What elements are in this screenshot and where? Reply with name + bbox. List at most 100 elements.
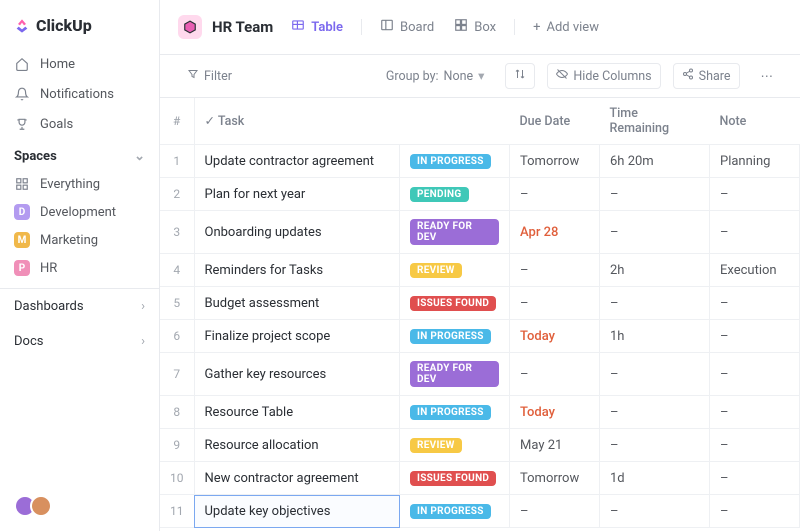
- status-pill[interactable]: IN PROGRESS: [410, 329, 491, 344]
- add-view[interactable]: + Add view: [531, 16, 601, 39]
- groupby-button[interactable]: Group by: None ▾: [377, 63, 494, 89]
- due-cell[interactable]: –: [510, 495, 600, 528]
- view-board[interactable]: Board: [378, 14, 436, 40]
- hide-columns-button[interactable]: Hide Columns: [547, 63, 660, 89]
- view-box[interactable]: Box: [452, 14, 498, 40]
- table-row[interactable]: 1Update contractor agreementIN PROGRESST…: [160, 145, 800, 178]
- note-cell[interactable]: –: [710, 495, 800, 528]
- table-row[interactable]: 11Update key objectivesIN PROGRESS–––: [160, 495, 800, 528]
- time-cell[interactable]: 2h: [600, 254, 710, 287]
- filter-button[interactable]: Filter: [178, 63, 241, 89]
- col-status[interactable]: [400, 98, 510, 145]
- brand-logo[interactable]: ClickUp: [0, 10, 159, 41]
- time-cell[interactable]: 1d: [600, 462, 710, 495]
- due-cell[interactable]: –: [510, 353, 600, 396]
- spaces-header[interactable]: Spaces ⌄: [0, 139, 159, 170]
- status-cell[interactable]: REVIEW: [400, 429, 510, 462]
- due-cell[interactable]: May 21: [510, 429, 600, 462]
- col-due[interactable]: Due Date: [510, 98, 600, 145]
- more-button[interactable]: ⋯: [752, 63, 783, 89]
- task-cell[interactable]: Resource allocation: [194, 429, 400, 462]
- status-pill[interactable]: REVIEW: [410, 263, 462, 278]
- time-cell[interactable]: –: [600, 178, 710, 211]
- space-item[interactable]: MMarketing: [0, 226, 159, 254]
- task-cell[interactable]: Plan for next year: [194, 178, 400, 211]
- status-cell[interactable]: READY FOR DEV: [400, 353, 510, 396]
- nav-goals[interactable]: Goals: [0, 109, 159, 139]
- note-cell[interactable]: –: [710, 353, 800, 396]
- page-title[interactable]: HR Team: [178, 15, 273, 39]
- time-cell[interactable]: 1h: [600, 320, 710, 353]
- status-cell[interactable]: IN PROGRESS: [400, 320, 510, 353]
- status-cell[interactable]: PENDING: [400, 178, 510, 211]
- status-cell[interactable]: IN PROGRESS: [400, 145, 510, 178]
- table-row[interactable]: 8Resource TableIN PROGRESSToday––: [160, 396, 800, 429]
- space-item[interactable]: PHR: [0, 254, 159, 282]
- time-cell[interactable]: 6h 20m: [600, 145, 710, 178]
- status-pill[interactable]: IN PROGRESS: [410, 504, 491, 519]
- status-cell[interactable]: IN PROGRESS: [400, 396, 510, 429]
- table-row[interactable]: 2Plan for next yearPENDING–––: [160, 178, 800, 211]
- share-button[interactable]: Share: [673, 63, 740, 89]
- due-cell[interactable]: Tomorrow: [510, 462, 600, 495]
- time-cell[interactable]: –: [600, 211, 710, 254]
- status-cell[interactable]: REVIEW: [400, 254, 510, 287]
- avatar[interactable]: [30, 495, 52, 517]
- due-cell[interactable]: Today: [510, 320, 600, 353]
- note-cell[interactable]: –: [710, 211, 800, 254]
- time-cell[interactable]: –: [600, 287, 710, 320]
- nav-home[interactable]: Home: [0, 49, 159, 79]
- note-cell[interactable]: Planning: [710, 145, 800, 178]
- due-cell[interactable]: –: [510, 254, 600, 287]
- space-everything[interactable]: Everything: [0, 170, 159, 198]
- status-cell[interactable]: IN PROGRESS: [400, 495, 510, 528]
- task-cell[interactable]: Budget assessment: [194, 287, 400, 320]
- nav-dashboards[interactable]: Dashboards ›: [0, 289, 159, 324]
- task-cell[interactable]: New contractor agreement: [194, 462, 400, 495]
- time-cell[interactable]: –: [600, 396, 710, 429]
- sort-button[interactable]: [505, 63, 535, 89]
- due-cell[interactable]: –: [510, 287, 600, 320]
- due-cell[interactable]: Today: [510, 396, 600, 429]
- nav-notifications[interactable]: Notifications: [0, 79, 159, 109]
- status-pill[interactable]: IN PROGRESS: [410, 154, 491, 169]
- space-item[interactable]: DDevelopment: [0, 198, 159, 226]
- status-cell[interactable]: ISSUES FOUND: [400, 462, 510, 495]
- task-cell[interactable]: Resource Table: [194, 396, 400, 429]
- time-cell[interactable]: –: [600, 353, 710, 396]
- note-cell[interactable]: –: [710, 396, 800, 429]
- table-row[interactable]: 6Finalize project scopeIN PROGRESSToday1…: [160, 320, 800, 353]
- status-pill[interactable]: READY FOR DEV: [410, 219, 499, 245]
- col-number[interactable]: #: [160, 98, 194, 145]
- time-cell[interactable]: –: [600, 429, 710, 462]
- task-cell[interactable]: Update contractor agreement: [194, 145, 400, 178]
- view-table[interactable]: Table: [289, 14, 345, 40]
- task-cell[interactable]: Gather key resources: [194, 353, 400, 396]
- status-pill[interactable]: ISSUES FOUND: [410, 471, 496, 486]
- status-cell[interactable]: ISSUES FOUND: [400, 287, 510, 320]
- note-cell[interactable]: –: [710, 429, 800, 462]
- note-cell[interactable]: –: [710, 320, 800, 353]
- col-note[interactable]: Note: [710, 98, 800, 145]
- table-row[interactable]: 7Gather key resourcesREADY FOR DEV–––: [160, 353, 800, 396]
- note-cell[interactable]: –: [710, 287, 800, 320]
- status-pill[interactable]: READY FOR DEV: [410, 361, 499, 387]
- status-pill[interactable]: REVIEW: [410, 438, 462, 453]
- col-task[interactable]: ✓ Task: [194, 98, 400, 145]
- status-cell[interactable]: READY FOR DEV: [400, 211, 510, 254]
- note-cell[interactable]: Execution: [710, 254, 800, 287]
- status-pill[interactable]: PENDING: [410, 187, 469, 202]
- status-pill[interactable]: ISSUES FOUND: [410, 296, 496, 311]
- table-row[interactable]: 9Resource allocationREVIEWMay 21––: [160, 429, 800, 462]
- status-pill[interactable]: IN PROGRESS: [410, 405, 491, 420]
- table-row[interactable]: 3Onboarding updatesREADY FOR DEVApr 28––: [160, 211, 800, 254]
- table-row[interactable]: 4Reminders for TasksREVIEW–2hExecution: [160, 254, 800, 287]
- due-cell[interactable]: Tomorrow: [510, 145, 600, 178]
- note-cell[interactable]: –: [710, 178, 800, 211]
- task-cell[interactable]: Reminders for Tasks: [194, 254, 400, 287]
- task-cell[interactable]: Update key objectives: [194, 495, 400, 528]
- task-cell[interactable]: Finalize project scope: [194, 320, 400, 353]
- due-cell[interactable]: Apr 28: [510, 211, 600, 254]
- note-cell[interactable]: –: [710, 462, 800, 495]
- time-cell[interactable]: –: [600, 495, 710, 528]
